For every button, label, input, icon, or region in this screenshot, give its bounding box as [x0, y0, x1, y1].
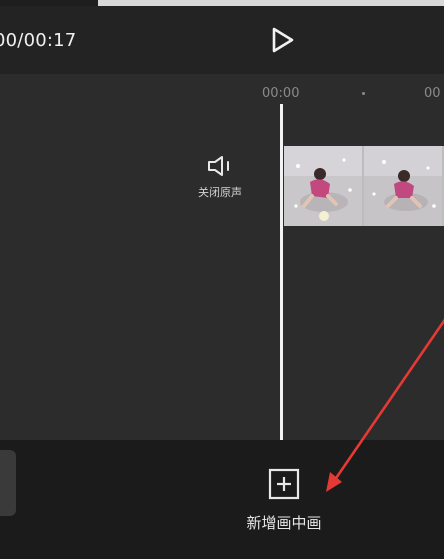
play-icon[interactable]: [270, 26, 296, 54]
ruler-label-start: 00:00: [262, 86, 300, 101]
playback-bar: 00/00:17: [0, 6, 444, 74]
clip-thumbnail: [284, 146, 362, 226]
time-readout: 00/00:17: [0, 30, 77, 51]
toolbar-item-partial[interactable]: [0, 450, 16, 516]
ruler-label-next: 00: [424, 86, 441, 101]
plus-square-icon: [268, 468, 300, 500]
add-pip-label: 新增画中画: [246, 514, 322, 532]
mute-original-audio-button[interactable]: 关闭原声: [188, 154, 252, 210]
speaker-mute-icon: [208, 156, 229, 176]
video-editor: 00/00:17 00:00 00 关闭原声 新增画中画: [0, 0, 444, 559]
add-picture-in-picture-button[interactable]: 新增画中画: [226, 468, 342, 534]
video-clip-track[interactable]: [284, 146, 444, 226]
playhead[interactable]: [280, 104, 283, 440]
clip-thumbnail: [364, 146, 442, 226]
timeline-panel[interactable]: 00:00 00 关闭原声: [0, 74, 444, 440]
ruler-tick-dot: [362, 92, 365, 95]
mute-label: 关闭原声: [198, 186, 242, 199]
bottom-toolbar: 新增画中画: [0, 440, 444, 559]
